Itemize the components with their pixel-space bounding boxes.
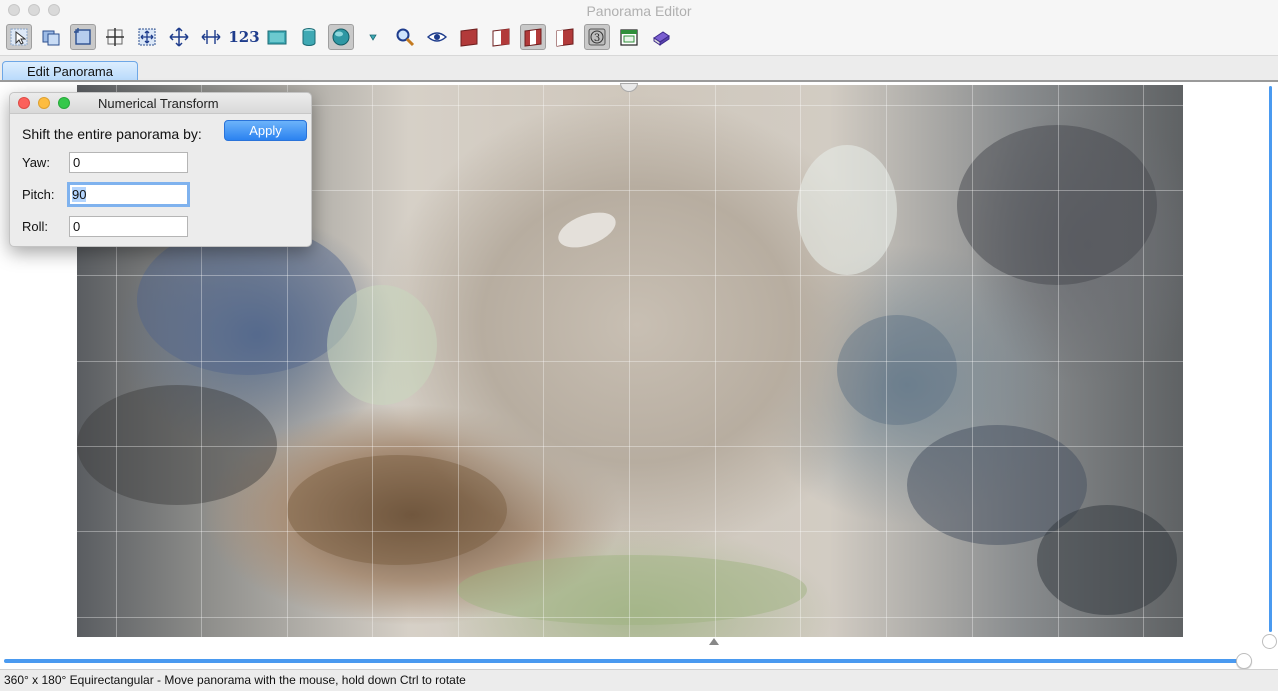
dialog-minimize-button[interactable] xyxy=(38,97,50,109)
layout-right-button[interactable] xyxy=(552,24,578,50)
center-marker xyxy=(709,638,719,645)
horizontal-fov-slider[interactable] xyxy=(4,659,1244,663)
status-bar: 360° x 180° Equirectangular - Move panor… xyxy=(0,669,1278,691)
dialog-titlebar[interactable]: Numerical Transform xyxy=(10,93,311,114)
zoom-icon xyxy=(396,28,415,47)
move-drag-tool-icon xyxy=(169,27,189,47)
select-tool-button[interactable] xyxy=(6,24,32,50)
numerical-transform-dialog: Numerical Transform Shift the entire pan… xyxy=(9,92,312,247)
overlap-icon: 3 xyxy=(588,28,606,46)
layout-split-icon xyxy=(524,28,542,47)
fit-tool-icon xyxy=(138,28,156,46)
toolbar: 123 3 xyxy=(0,22,1278,56)
cylindrical-projection-button[interactable] xyxy=(296,24,322,50)
cylindrical-projection-icon xyxy=(302,28,316,46)
images-tool-icon xyxy=(42,30,60,46)
crop-tool-icon xyxy=(74,28,91,45)
numeric-transform-button[interactable]: 123 xyxy=(228,24,260,50)
pitch-field-value: 90 xyxy=(72,187,87,202)
yaw-label: Yaw: xyxy=(22,155,50,170)
straighten-tool-icon xyxy=(201,30,221,44)
pitch-field[interactable]: 90 xyxy=(67,182,190,207)
layout-left-button[interactable] xyxy=(488,24,514,50)
horizontal-fov-slider-knob[interactable] xyxy=(1236,653,1252,669)
window-titlebar: Panorama Editor xyxy=(0,0,1278,22)
pitch-label: Pitch: xyxy=(22,187,55,202)
help-book-icon xyxy=(653,31,670,46)
layout-full-button[interactable] xyxy=(456,24,482,50)
layout-left-icon xyxy=(492,28,510,47)
overlap-button[interactable]: 3 xyxy=(584,24,610,50)
dialog-close-button[interactable] xyxy=(18,97,30,109)
vertical-fov-slider-knob[interactable] xyxy=(1262,634,1277,649)
center-tool-button[interactable] xyxy=(102,24,128,50)
roll-label: Roll: xyxy=(22,219,49,234)
roll-field[interactable]: 0 xyxy=(69,216,188,237)
window-title: Panorama Editor xyxy=(586,3,692,19)
images-tool-button[interactable] xyxy=(38,24,64,50)
center-tool-icon xyxy=(106,28,124,46)
tab-edit-panorama[interactable]: Edit Panorama xyxy=(2,61,138,82)
rectilinear-projection-button[interactable] xyxy=(264,24,290,50)
apply-button[interactable]: Apply xyxy=(224,120,307,141)
zoom-button[interactable] xyxy=(392,24,418,50)
show-window-icon xyxy=(620,29,638,46)
show-window-button[interactable] xyxy=(616,24,642,50)
projection-dropdown-icon xyxy=(369,34,377,41)
move-drag-tool-button[interactable] xyxy=(166,24,192,50)
help-book-button[interactable] xyxy=(648,24,674,50)
select-tool-icon xyxy=(10,28,28,46)
layout-right-icon xyxy=(556,28,574,47)
preview-eye-icon xyxy=(426,32,448,42)
yaw-field[interactable]: 0 xyxy=(69,152,188,173)
straighten-tool-button[interactable] xyxy=(198,24,224,50)
dialog-zoom-button[interactable] xyxy=(58,97,70,109)
projection-dropdown-button[interactable] xyxy=(360,24,386,50)
vertical-fov-slider[interactable] xyxy=(1269,86,1272,632)
layout-full-icon xyxy=(460,28,478,47)
dialog-prompt: Shift the entire panorama by: xyxy=(22,126,202,142)
spherical-projection-button[interactable] xyxy=(328,24,354,50)
rectilinear-projection-icon xyxy=(267,30,287,45)
layout-split-button[interactable] xyxy=(520,24,546,50)
crop-tool-button[interactable] xyxy=(70,24,96,50)
preview-eye-button[interactable] xyxy=(424,24,450,50)
fit-tool-button[interactable] xyxy=(134,24,160,50)
spherical-projection-icon xyxy=(332,28,350,46)
numeric-transform-icon: 123 xyxy=(228,28,260,46)
svg-text:3: 3 xyxy=(594,33,600,44)
dialog-title: Numerical Transform xyxy=(98,96,219,111)
